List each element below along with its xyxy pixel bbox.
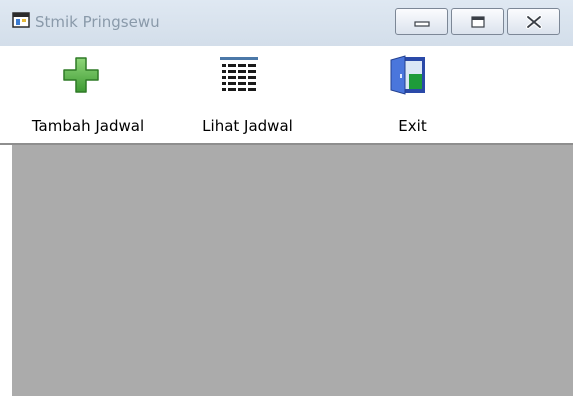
tambah-jadwal-label: Tambah Jadwal (31, 117, 145, 135)
minimize-button[interactable] (395, 8, 448, 35)
tambah-jadwal-button[interactable]: Tambah Jadwal (8, 46, 168, 143)
toolbar: Tambah Jadwal Lihat Jadwal Exit (0, 46, 573, 145)
close-button[interactable] (507, 8, 560, 35)
exit-button[interactable]: Exit (365, 46, 460, 143)
window-title: Stmik Pringsewu (35, 13, 160, 31)
minimize-icon (413, 20, 430, 27)
exit-door-icon (390, 55, 425, 95)
app-window: Stmik Pringsewu Tambah Jadwal Lihat Jadw… (0, 0, 573, 396)
maximize-button[interactable] (451, 8, 504, 35)
maximize-icon (470, 15, 485, 28)
title-bar[interactable]: Stmik Pringsewu (0, 0, 573, 46)
lihat-jadwal-button[interactable]: Lihat Jadwal (180, 46, 325, 143)
close-icon (525, 14, 542, 29)
lihat-jadwal-label: Lihat Jadwal (202, 117, 293, 135)
mdi-client-area[interactable] (12, 145, 573, 396)
app-icon[interactable] (12, 12, 30, 28)
plus-icon (63, 57, 99, 93)
exit-label: Exit (398, 117, 427, 135)
table-list-icon (220, 57, 258, 91)
